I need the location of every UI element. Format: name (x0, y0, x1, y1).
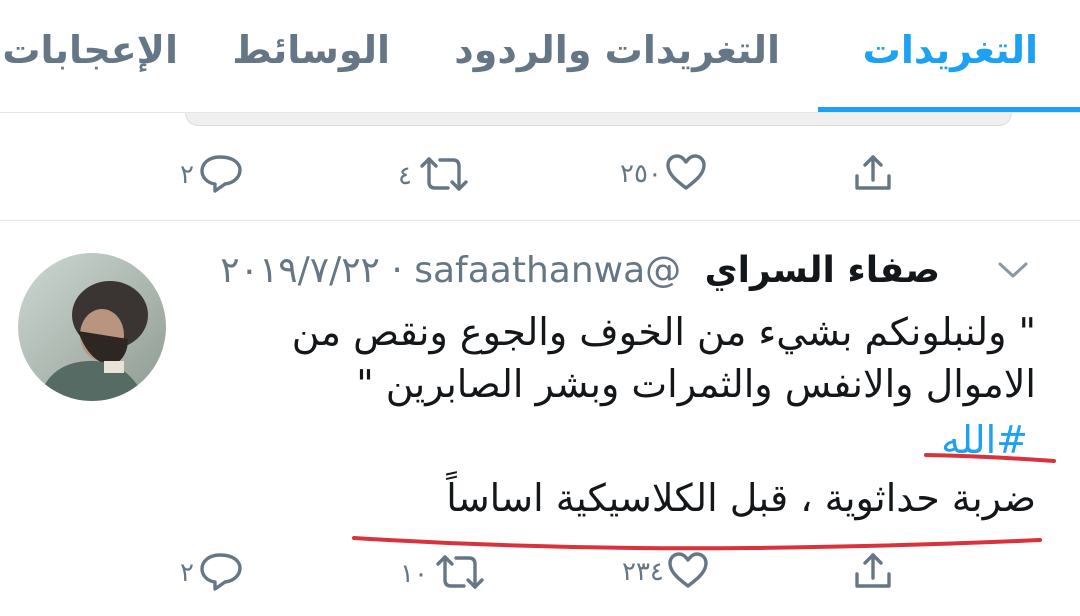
profile-tabs: التغريدات التغريدات والردود الوسائط الإع… (0, 0, 1080, 112)
like-icon (666, 550, 710, 594)
tweet-divider (0, 220, 1080, 221)
tweet-date[interactable]: ٢٠١٩/٧/٢٢ (220, 250, 380, 291)
avatar[interactable] (18, 253, 166, 401)
chevron-down-icon[interactable] (996, 258, 1030, 286)
retweet-count: ١٠ (400, 559, 428, 589)
share-icon (852, 152, 894, 198)
reply-icon (198, 153, 244, 197)
tab-tweets-and-replies[interactable]: التغريدات والردود (454, 28, 780, 72)
retweet-button[interactable]: ٤ (398, 154, 472, 198)
retweet-icon (416, 154, 472, 198)
tweet-text: " ولنبلونكم بشيء من الخوف والجوع ونقص من… (291, 310, 1036, 406)
user-handle[interactable]: @safaathanwa (414, 250, 681, 291)
retweet-count: ٤ (398, 161, 412, 191)
like-icon (664, 152, 708, 196)
like-button[interactable]: ٢٥٠ (620, 152, 708, 196)
retweet-button[interactable]: ١٠ (400, 552, 488, 596)
tweet-comment: ضربة حداثوية ، قبل الكلاسيكية اساساً (446, 476, 1036, 520)
reply-button[interactable]: ٢ (180, 551, 244, 595)
tab-media[interactable]: الوسائط (232, 28, 390, 72)
reply-icon (198, 551, 244, 595)
retweet-icon (432, 552, 488, 596)
like-button[interactable]: ٢٣٤ (622, 550, 710, 594)
reply-count: ٢ (180, 558, 194, 588)
tweet-media-preview[interactable] (185, 113, 1012, 126)
reply-count: ٢ (180, 160, 194, 190)
annotation-underline (924, 453, 1056, 463)
like-count: ٢٣٤ (622, 557, 664, 587)
share-button[interactable] (852, 152, 894, 198)
like-count: ٢٥٠ (620, 159, 662, 189)
tab-tweets[interactable]: التغريدات (863, 28, 1038, 72)
tweet-header: صفاء السراي @safaathanwa · ٢٠١٩/٧/٢٢ (220, 250, 940, 291)
share-icon (852, 550, 894, 596)
separator-dot: · (391, 250, 403, 291)
share-button[interactable] (852, 550, 894, 596)
reply-button[interactable]: ٢ (180, 153, 244, 197)
display-name[interactable]: صفاء السراي (705, 250, 940, 291)
tab-likes[interactable]: الإعجابات (2, 28, 178, 72)
